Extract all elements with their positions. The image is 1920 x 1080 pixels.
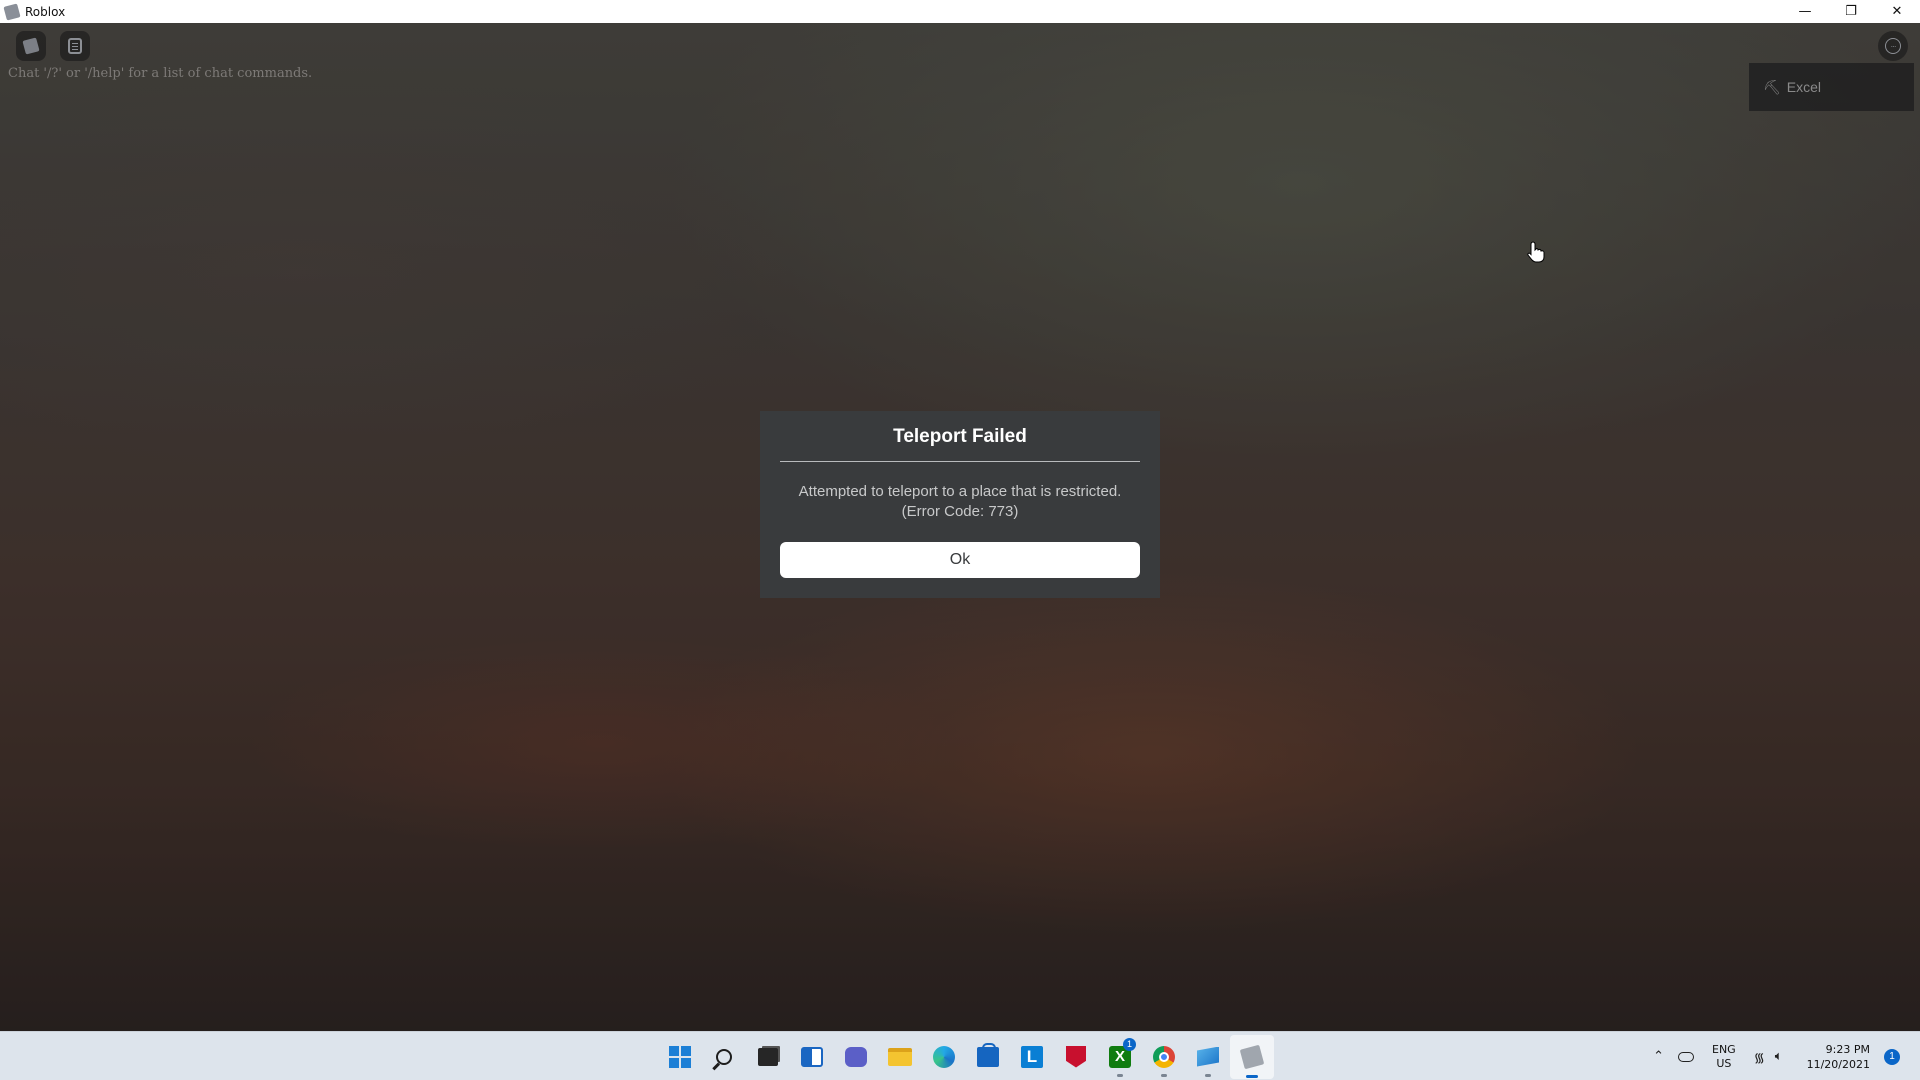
xbox-button[interactable]: X 1: [1098, 1035, 1142, 1079]
mcafee-button[interactable]: [1054, 1035, 1098, 1079]
dialog-message-line1: Attempted to teleport to a place that is…: [798, 483, 1122, 500]
window-controls: — ❐ ✕: [1782, 0, 1920, 23]
volume-icon[interactable]: 🔈︎: [1775, 1049, 1783, 1064]
dialog-title: Teleport Failed: [893, 426, 1027, 447]
keyboard-region: US: [1716, 1056, 1732, 1070]
excel-badge: ⛏ Excel: [1749, 63, 1914, 111]
roblox-menu-icon: [22, 37, 40, 55]
l-app-icon: L: [1021, 1045, 1043, 1068]
roblox-icon: [1239, 1044, 1265, 1069]
excel-badge-label: Excel: [1786, 79, 1822, 95]
chat-toggle-button[interactable]: [60, 31, 90, 61]
teams-chat-icon: [845, 1046, 867, 1067]
ok-button[interactable]: Ok: [780, 542, 1140, 578]
task-view-icon: [758, 1047, 778, 1066]
more-options-icon: ···: [1885, 38, 1901, 54]
start-button[interactable]: [658, 1035, 702, 1079]
more-options-button[interactable]: ···: [1878, 31, 1908, 61]
running-indicator: [1205, 1073, 1211, 1077]
taskbar-apps: L X 1: [658, 1032, 1274, 1080]
dialog-message: Attempted to teleport to a place that is…: [760, 482, 1160, 522]
clock-date: 11/20/2021: [1806, 1057, 1870, 1071]
chrome-icon: [1153, 1045, 1175, 1068]
teams-chat-button[interactable]: [834, 1035, 878, 1079]
close-button[interactable]: ✕: [1874, 0, 1920, 23]
notification-count-badge[interactable]: 1: [1884, 1048, 1900, 1065]
search-icon: [716, 1048, 732, 1065]
taskbar: L X 1 ⌃ ENG US ᯾ 🔈︎ 9:23 PM 11/20/2021 1: [0, 1031, 1920, 1080]
window-title: Roblox: [25, 4, 66, 19]
wifi-icon[interactable]: ᯾: [1754, 1048, 1765, 1066]
teleport-failed-dialog: Teleport Failed Attempted to teleport to…: [760, 411, 1160, 598]
title-bar: Roblox — ❐ ✕: [0, 0, 1920, 23]
widgets-icon: [801, 1046, 823, 1067]
roblox-taskbar-button[interactable]: [1230, 1034, 1274, 1079]
l-app-button[interactable]: L: [1010, 1035, 1054, 1079]
roblox-menu-button[interactable]: [16, 31, 46, 61]
running-indicator: [1117, 1073, 1123, 1077]
windows-icon: [669, 1045, 691, 1068]
roblox-app-icon: [3, 2, 21, 21]
hand-cursor-icon: [1527, 241, 1545, 263]
store-icon: [977, 1042, 999, 1067]
widgets-button[interactable]: [790, 1035, 834, 1079]
mcafee-shield-icon: [1066, 1045, 1086, 1068]
dialog-message-line2: (Error Code: 773): [901, 503, 1019, 520]
show-hidden-icons-chevron-icon[interactable]: ⌃: [1653, 1049, 1664, 1064]
task-view-button[interactable]: [746, 1035, 790, 1079]
chat-icon: [68, 38, 82, 54]
clock[interactable]: 9:23 PM 11/20/2021: [1807, 1042, 1870, 1072]
search-button[interactable]: [702, 1035, 746, 1079]
snipping-tool-button[interactable]: [1186, 1035, 1230, 1079]
chat-hint-text: Chat '/?' or '/help' for a list of chat …: [8, 66, 313, 81]
folder-icon: [888, 1047, 912, 1066]
xbox-notification-badge: 1: [1123, 1037, 1136, 1051]
chrome-button[interactable]: [1142, 1035, 1186, 1079]
restore-button[interactable]: ❐: [1828, 0, 1874, 23]
minimize-button[interactable]: —: [1782, 0, 1828, 23]
clock-time: 9:23 PM: [1825, 1042, 1870, 1056]
language-code: ENG: [1712, 1042, 1736, 1056]
language-indicator[interactable]: ENG US: [1712, 1043, 1736, 1071]
microsoft-store-button[interactable]: [966, 1035, 1010, 1079]
file-explorer-button[interactable]: [878, 1035, 922, 1079]
edge-icon: [933, 1045, 955, 1068]
edge-button[interactable]: [922, 1035, 966, 1079]
pickaxe-icon: ⛏: [1763, 78, 1781, 95]
snipping-tool-icon: [1197, 1046, 1219, 1067]
running-indicator: [1161, 1073, 1167, 1077]
dialog-divider: [780, 461, 1140, 462]
system-tray: ⌃ ENG US ᯾ 🔈︎ 9:23 PM 11/20/2021 1: [1653, 1032, 1920, 1080]
onedrive-cloud-icon[interactable]: [1678, 1051, 1694, 1062]
